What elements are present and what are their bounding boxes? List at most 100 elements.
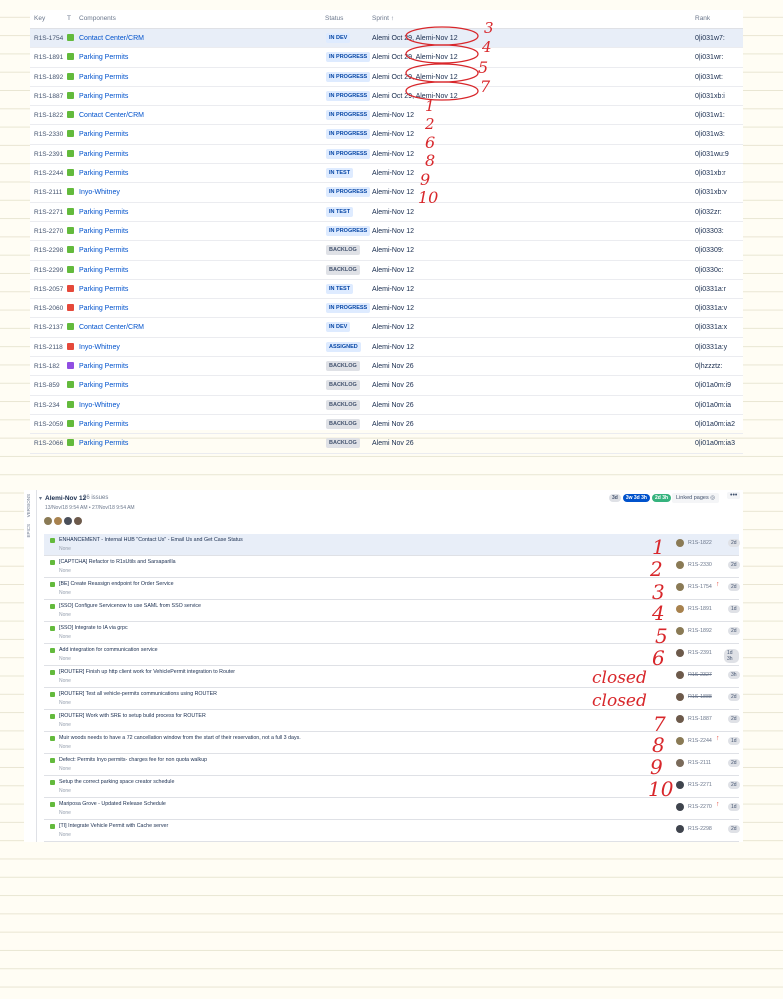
issue-key[interactable]: R1S-1891: [34, 54, 63, 61]
table-row[interactable]: R1S-2111 Inyo-Whitney IN PROGRESS Alemi-Nov…: [30, 183, 743, 203]
table-row[interactable]: R1S-2118 Inyo-Whitney ASSIGNED Alemi-Nov 12…: [30, 338, 743, 358]
list-item[interactable]: [BE] Create Reassign endpoint for Order …: [44, 578, 740, 600]
issue-summary[interactable]: [BE] Create Reassign endpoint for Order …: [59, 581, 174, 587]
table-row[interactable]: R1S-1892 Parking Permits IN PROGRESS Alemi …: [30, 68, 743, 87]
issue-key[interactable]: R1S-1892: [688, 628, 712, 634]
table-row[interactable]: R1S-2271 Parking Permits IN TEST Alemi-Nov …: [30, 203, 743, 222]
issue-key[interactable]: R1S-2327: [688, 672, 712, 678]
issue-key[interactable]: R1S-2244: [688, 738, 712, 744]
component-link[interactable]: Parking Permits: [79, 247, 128, 254]
issue-summary[interactable]: [ROUTER] Finish up http client work for …: [59, 669, 235, 675]
table-row[interactable]: R1S-859 Parking Permits BACKLOG Alemi Nov 2…: [30, 376, 743, 396]
component-link[interactable]: Parking Permits: [79, 363, 128, 370]
list-item[interactable]: ENHANCEMENT - Internal HUB "Contact Us" …: [44, 534, 740, 556]
avatar[interactable]: [64, 517, 72, 525]
table-row[interactable]: R1S-2244 Parking Permits IN TEST Alemi-Nov …: [30, 164, 743, 184]
header-components[interactable]: Components: [79, 15, 116, 22]
issue-key[interactable]: R1S-2118: [34, 344, 63, 351]
collapse-icon[interactable]: ▾: [39, 495, 42, 502]
list-item[interactable]: [SSO] Integrate to IA via grpc None R1S-18…: [44, 622, 740, 644]
issue-key[interactable]: R1S-1887: [688, 716, 712, 722]
issue-key[interactable]: R1S-182: [34, 363, 60, 370]
list-item[interactable]: Muir woods needs to have a 72 cancellati…: [44, 732, 740, 754]
component-link[interactable]: Inyo-Whitney: [79, 189, 120, 196]
header-type[interactable]: T: [67, 15, 71, 22]
issue-key[interactable]: R1S-2299: [34, 267, 63, 274]
issue-summary[interactable]: ENHANCEMENT - Internal HUB "Contact Us" …: [59, 537, 243, 543]
table-row[interactable]: R1S-2298 Parking Permits BACKLOG Alemi-Nov …: [30, 241, 743, 261]
issue-key[interactable]: R1S-2270: [34, 228, 63, 235]
issue-key[interactable]: R1S-859: [34, 382, 60, 389]
issue-key[interactable]: R1S-2060: [34, 305, 63, 312]
avatar[interactable]: [676, 715, 684, 723]
avatar[interactable]: [676, 825, 684, 833]
component-link[interactable]: Parking Permits: [79, 421, 128, 428]
issue-summary[interactable]: Setup the correct parking space creator …: [59, 779, 174, 785]
table-row[interactable]: R1S-2060 Parking Permits IN PROGRESS Alemi-…: [30, 299, 743, 319]
list-item[interactable]: [SSO] Configure Servicenow to use SAML f…: [44, 600, 740, 622]
avatar[interactable]: [676, 539, 684, 547]
issue-key[interactable]: R1S-2391: [688, 650, 712, 656]
list-item[interactable]: Mariposa Grove - Updated Release Schedul…: [44, 798, 740, 820]
component-link[interactable]: Parking Permits: [79, 228, 128, 235]
issue-key[interactable]: R1S-2330: [34, 131, 63, 138]
component-link[interactable]: Contact Center/CRM: [79, 112, 144, 119]
issue-summary[interactable]: [TI] Integrate Vehicle Permit with Cache…: [59, 823, 168, 829]
issue-summary[interactable]: Muir woods needs to have a 72 cancellati…: [59, 735, 301, 741]
header-sprint[interactable]: Sprint ↑: [372, 15, 394, 22]
header-rank[interactable]: Rank: [695, 15, 710, 22]
avatar[interactable]: [676, 583, 684, 591]
component-link[interactable]: Parking Permits: [79, 286, 128, 293]
component-link[interactable]: Inyo-Whitney: [79, 402, 120, 409]
issue-summary[interactable]: Add integration for communication servic…: [59, 647, 158, 653]
component-link[interactable]: Parking Permits: [79, 440, 128, 447]
list-item[interactable]: [ROUTER] Work with SRE to setup build pr…: [44, 710, 740, 732]
avatar[interactable]: [676, 693, 684, 701]
avatar[interactable]: [676, 561, 684, 569]
issue-key[interactable]: R1S-2330: [688, 562, 712, 568]
issue-key[interactable]: R1S-1891: [688, 606, 712, 612]
issue-key[interactable]: R1S-1754: [34, 35, 63, 42]
list-item[interactable]: Setup the correct parking space creator …: [44, 776, 740, 798]
issue-key[interactable]: R1S-1822: [34, 112, 63, 119]
header-key[interactable]: Key: [34, 15, 45, 22]
issue-key[interactable]: R1S-2057: [34, 286, 63, 293]
component-link[interactable]: Parking Permits: [79, 170, 128, 177]
avatar[interactable]: [676, 759, 684, 767]
component-link[interactable]: Inyo-Whitney: [79, 344, 120, 351]
issue-key[interactable]: R1S-2298: [688, 826, 712, 832]
issue-key[interactable]: R1S-2066: [34, 440, 63, 447]
issue-summary[interactable]: [ROUTER] Test all vehicle-permits commun…: [59, 691, 217, 697]
issue-key[interactable]: R1S-1887: [34, 93, 63, 100]
component-link[interactable]: Parking Permits: [79, 209, 128, 216]
avatar[interactable]: [54, 517, 62, 525]
issue-summary[interactable]: [ROUTER] Work with SRE to setup build pr…: [59, 713, 206, 719]
issue-key[interactable]: R1S-1892: [34, 74, 63, 81]
avatar[interactable]: [676, 605, 684, 613]
list-item[interactable]: [CAPTCHA] Refactor to R1sUtils and Sarsa…: [44, 556, 740, 578]
avatar[interactable]: [44, 517, 52, 525]
list-item[interactable]: [TI] Integrate Vehicle Permit with Cache…: [44, 820, 740, 842]
issue-summary[interactable]: [SSO] Configure Servicenow to use SAML f…: [59, 603, 201, 609]
table-row[interactable]: R1S-2330 Parking Permits IN PROGRESS Alemi-…: [30, 125, 743, 145]
issue-key[interactable]: R1S-2298: [34, 247, 63, 254]
avatar[interactable]: [676, 627, 684, 635]
component-link[interactable]: Parking Permits: [79, 74, 128, 81]
component-link[interactable]: Parking Permits: [79, 151, 128, 158]
component-link[interactable]: Parking Permits: [79, 267, 128, 274]
issue-summary[interactable]: [CAPTCHA] Refactor to R1sUtils and Sarsa…: [59, 559, 176, 565]
table-row[interactable]: R1S-2299 Parking Permits BACKLOG Alemi-Nov …: [30, 261, 743, 280]
issue-key[interactable]: R1S-2137: [34, 324, 63, 331]
issue-summary[interactable]: Defect: Permits Inyo permits- charges fe…: [59, 757, 207, 763]
avatar[interactable]: [676, 649, 684, 657]
table-row[interactable]: R1S-1891 Parking Permits IN PROGRESS Alemi …: [30, 48, 743, 68]
avatar[interactable]: [676, 803, 684, 811]
issue-summary[interactable]: Mariposa Grove - Updated Release Schedul…: [59, 801, 166, 807]
issue-key[interactable]: R1S-1822: [688, 540, 712, 546]
component-link[interactable]: Parking Permits: [79, 93, 128, 100]
issue-key[interactable]: R1S-2111: [34, 189, 62, 196]
component-link[interactable]: Parking Permits: [79, 305, 128, 312]
table-row[interactable]: R1S-2270 Parking Permits IN PROGRESS Alemi-…: [30, 222, 743, 242]
avatar[interactable]: [676, 781, 684, 789]
issue-key[interactable]: R1S-2271: [34, 209, 63, 216]
